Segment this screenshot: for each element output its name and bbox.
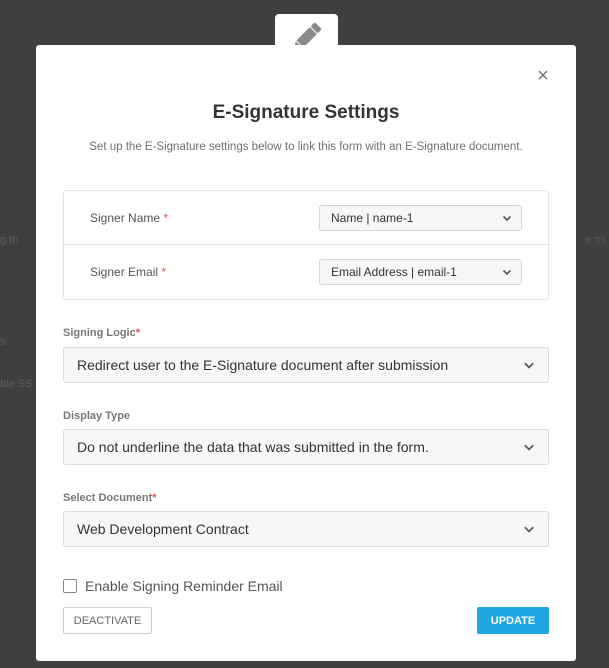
signer-email-value: Email Address | email-1: [331, 265, 457, 279]
display-type-value: Do not underline the data that was submi…: [77, 439, 429, 455]
update-button[interactable]: UPDATE: [477, 607, 549, 634]
display-type-label-text: Display Type: [63, 410, 131, 422]
background-text: e mi: [585, 234, 606, 246]
select-document-select[interactable]: Web Development Contract: [63, 511, 549, 547]
select-document-label: Select Document*: [63, 492, 157, 504]
signer-name-select[interactable]: Name | name-1: [319, 204, 522, 231]
signing-logic-select[interactable]: Redirect user to the E-Signature documen…: [63, 347, 549, 383]
display-type-label: Display Type: [63, 410, 130, 422]
background-text: g th: [0, 234, 19, 246]
select-document-label-text: Select Document: [63, 492, 153, 504]
signer-name-value: Name | name-1: [331, 210, 414, 225]
signer-name-label-text: Signer Name: [90, 210, 161, 225]
signer-box: Signer Name * Name | name-1 Signer Email…: [63, 190, 549, 300]
signer-email-row: Signer Email * Email Address | email-1: [64, 245, 548, 299]
modal-subtitle: Set up the E-Signature settings below to…: [89, 141, 523, 153]
reminder-checkbox-label: Enable Signing Reminder Email: [85, 578, 283, 594]
required-mark: *: [152, 492, 157, 504]
chevron-down-icon: [524, 526, 534, 533]
signer-email-label-text: Signer Email: [90, 265, 159, 279]
required-mark: *: [135, 327, 140, 339]
reminder-checkbox-row[interactable]: Enable Signing Reminder Email: [63, 578, 283, 594]
signer-name-row: Signer Name * Name | name-1: [64, 191, 548, 245]
signer-email-select[interactable]: Email Address | email-1: [319, 259, 522, 285]
background-text: ble SS: [0, 378, 33, 390]
chevron-down-icon: [524, 362, 534, 369]
close-icon[interactable]: ×: [534, 66, 552, 86]
display-type-select[interactable]: Do not underline the data that was submi…: [63, 429, 549, 465]
select-document-value: Web Development Contract: [77, 521, 249, 537]
signer-email-label: Signer Email *: [90, 265, 166, 279]
signing-logic-label-text: Signing Logic: [63, 327, 136, 339]
chevron-down-icon: [502, 215, 512, 221]
required-mark: *: [161, 265, 167, 279]
modal-title: E-Signature Settings: [212, 102, 400, 123]
chevron-down-icon: [502, 269, 512, 276]
chevron-down-icon: [524, 444, 534, 451]
reminder-checkbox[interactable]: [63, 579, 77, 593]
signer-name-label: Signer Name *: [90, 211, 168, 225]
esignature-settings-modal: × E-Signature Settings Set up the E-Sign…: [36, 45, 576, 661]
background-text: s: [0, 336, 6, 348]
deactivate-button[interactable]: DEACTIVATE: [63, 607, 152, 634]
required-mark: *: [163, 210, 169, 225]
signing-logic-value: Redirect user to the E-Signature documen…: [77, 357, 449, 373]
signing-logic-label: Signing Logic*: [63, 327, 140, 339]
